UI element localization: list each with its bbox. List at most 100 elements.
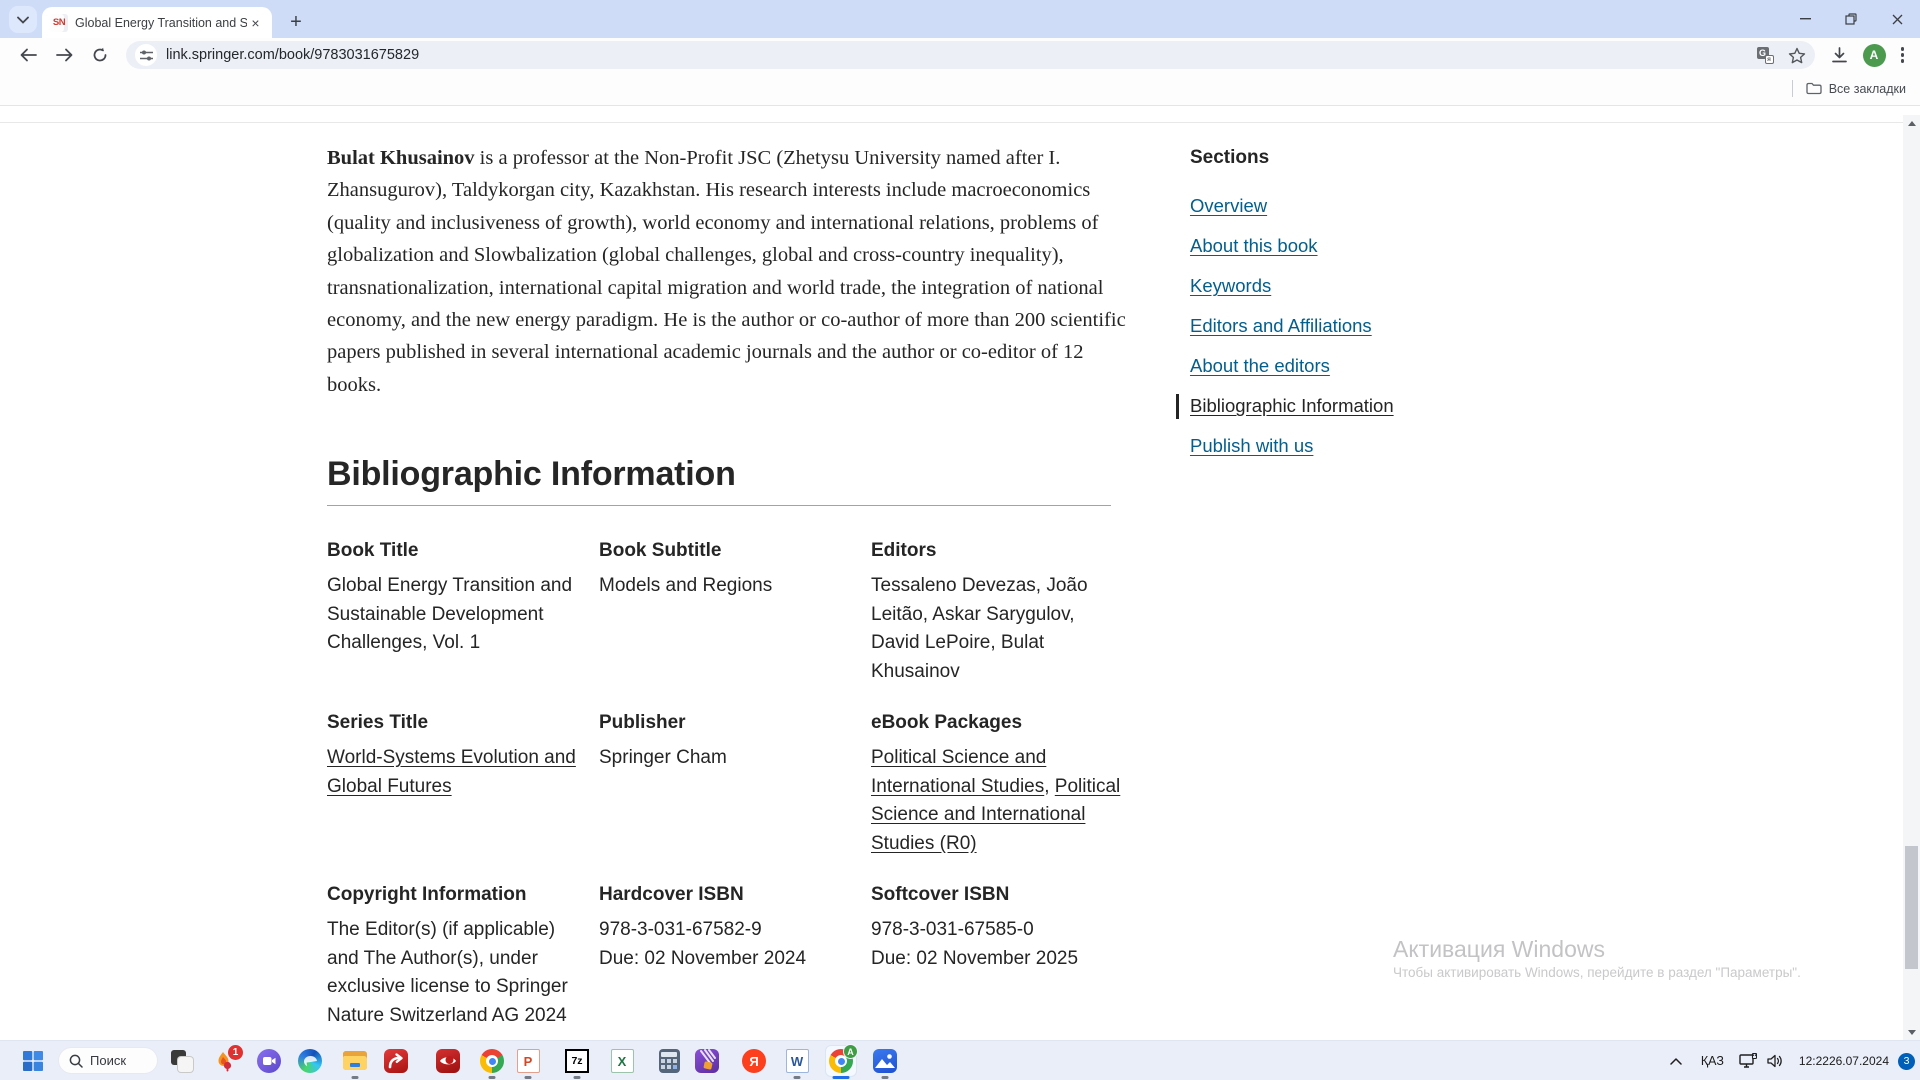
photos-icon	[873, 1049, 897, 1073]
tab-search-button[interactable]	[9, 6, 37, 33]
page-scrollbar[interactable]	[1903, 115, 1920, 1040]
bibliographic-field: Hardcover ISBN978-3-031-67582-9Due: 02 N…	[599, 884, 871, 1030]
back-arrow-icon	[20, 48, 37, 62]
bookmarks-bar: Все закладки	[0, 72, 1920, 106]
downloads-button[interactable]	[1831, 47, 1848, 64]
back-button[interactable]	[13, 40, 43, 70]
editor-name: Bulat Khusainov	[327, 147, 475, 169]
all-bookmarks-button[interactable]: Все закладки	[1806, 82, 1906, 96]
section-link[interactable]: About this book	[1190, 235, 1318, 256]
folder-icon	[1806, 82, 1822, 95]
site-settings-button[interactable]	[135, 44, 157, 66]
bibliographic-field: PublisherSpringer Cham	[599, 712, 871, 858]
minimize-icon	[1800, 18, 1811, 20]
photos-button[interactable]	[870, 1046, 900, 1076]
close-icon	[1892, 14, 1903, 25]
chevron-down-icon	[17, 16, 29, 24]
window-restore-button[interactable]	[1828, 0, 1874, 38]
browser-tab[interactable]: SN Global Energy Transition and Su ×	[42, 7, 272, 38]
browser-window: SN Global Energy Transition and Su × +	[0, 0, 1920, 106]
scroll-down-button[interactable]	[1903, 1024, 1920, 1040]
purple-comet-app-icon	[695, 1049, 719, 1073]
profile-avatar[interactable]: A	[1863, 44, 1886, 67]
bookmarks-separator	[1792, 80, 1793, 97]
red-eye-app-icon	[436, 1049, 460, 1073]
scroll-up-button[interactable]	[1903, 115, 1920, 131]
chrome-active-profile-button[interactable]: A	[826, 1046, 856, 1076]
flame-pin-app-button[interactable]: 1	[210, 1046, 240, 1076]
section-link[interactable]: Bibliographic Information	[1190, 395, 1394, 416]
url-text[interactable]: link.springer.com/book/9783031675829	[166, 47, 419, 63]
word-button[interactable]: W	[782, 1046, 812, 1076]
excel-button[interactable]: X	[607, 1046, 637, 1076]
tab-close-icon[interactable]: ×	[247, 14, 264, 31]
profile-badge: A	[843, 1044, 858, 1059]
browser-menu-button[interactable]	[1901, 47, 1905, 63]
field-value: World-Systems Evolution and Global Futur…	[327, 744, 579, 801]
chrome-button[interactable]	[477, 1046, 507, 1076]
search-icon	[69, 1054, 83, 1068]
scrollbar-thumb[interactable]	[1905, 846, 1918, 969]
section-link[interactable]: Keywords	[1190, 275, 1271, 296]
taskbar-clock[interactable]: 12:22 26.07.2024	[1799, 1041, 1889, 1080]
yandex-browser-button[interactable]: Я	[739, 1046, 769, 1076]
task-view-icon	[171, 1050, 193, 1072]
field-value: 978-3-031-67582-9	[599, 916, 851, 945]
section-link[interactable]: Publish with us	[1190, 435, 1313, 456]
windows-taskbar: Поиск 1	[0, 1040, 1920, 1080]
notification-center-badge[interactable]: 3	[1898, 1053, 1915, 1070]
springer-nature-favicon: SN	[50, 14, 68, 32]
7zip-button[interactable]: 7z	[562, 1046, 592, 1076]
video-chat-app-button[interactable]	[254, 1046, 284, 1076]
field-link[interactable]: Political Science and International Stud…	[871, 747, 1046, 797]
translate-button[interactable]: G я	[1757, 47, 1774, 64]
language-indicator[interactable]: ҚАЗ	[1691, 1041, 1734, 1080]
bibliographic-field: Book TitleGlobal Energy Transition and S…	[327, 540, 599, 686]
window-minimize-button[interactable]	[1782, 0, 1828, 38]
address-bar[interactable]: link.springer.com/book/9783031675829 G я	[126, 41, 1815, 69]
red-eye-app-button[interactable]	[433, 1046, 463, 1076]
field-value: 978-3-031-67585-0	[871, 916, 1123, 945]
sidebar-section-item: Editors and Affiliations	[1190, 314, 1415, 337]
bookmark-star-icon[interactable]	[1788, 47, 1806, 64]
section-link[interactable]: About the editors	[1190, 355, 1330, 376]
tab-title: Global Energy Transition and Su	[75, 16, 247, 30]
yandex-browser-icon: Я	[742, 1049, 766, 1073]
powerpoint-button[interactable]: P	[513, 1046, 543, 1076]
purple-comet-app-button[interactable]	[692, 1046, 722, 1076]
forward-button[interactable]	[49, 40, 79, 70]
network-button[interactable]	[1734, 1041, 1762, 1080]
bibliographic-field: EditorsTessaleno Devezas, João Leitão, A…	[871, 540, 1139, 686]
field-link[interactable]: World-Systems Evolution and Global Futur…	[327, 747, 576, 797]
field-label: Hardcover ISBN	[599, 884, 871, 906]
taskbar-search[interactable]: Поиск	[58, 1047, 158, 1074]
section-link[interactable]: Overview	[1190, 195, 1267, 216]
sections-nav-title: Sections	[1190, 146, 1415, 170]
clock-time: 12:22	[1799, 1054, 1829, 1068]
start-button[interactable]	[18, 1046, 48, 1076]
field-value: Political Science and International Stud…	[871, 744, 1123, 858]
field-label: Copyright Information	[327, 884, 599, 906]
search-label: Поиск	[90, 1053, 126, 1068]
bibliographic-field: eBook PackagesPolitical Science and Inte…	[871, 712, 1139, 858]
sidebar-section-item: Keywords	[1190, 274, 1415, 297]
window-close-button[interactable]	[1874, 0, 1920, 38]
volume-button[interactable]	[1762, 1041, 1790, 1080]
bibliographic-field: Series TitleWorld-Systems Evolution and …	[327, 712, 599, 858]
red-arrow-app-button[interactable]	[381, 1046, 411, 1076]
reload-button[interactable]	[85, 40, 115, 70]
flame-pin-app-icon: 1	[213, 1049, 237, 1073]
edge-button[interactable]	[295, 1046, 325, 1076]
new-tab-button[interactable]: +	[282, 8, 310, 36]
calculator-button[interactable]	[654, 1046, 684, 1076]
word-icon: W	[786, 1049, 809, 1073]
field-value: Springer Cham	[599, 744, 851, 773]
file-explorer-button[interactable]	[340, 1046, 370, 1076]
task-view-button[interactable]	[167, 1046, 197, 1076]
field-value: Models and Regions	[599, 572, 851, 601]
bibliographic-field: Copyright InformationThe Editor(s) (if a…	[327, 884, 599, 1030]
tray-chevron-button[interactable]	[1661, 1041, 1691, 1080]
all-bookmarks-label: Все закладки	[1829, 82, 1906, 96]
browser-titlebar: SN Global Energy Transition and Su × +	[0, 0, 1920, 38]
section-link[interactable]: Editors and Affiliations	[1190, 315, 1372, 336]
